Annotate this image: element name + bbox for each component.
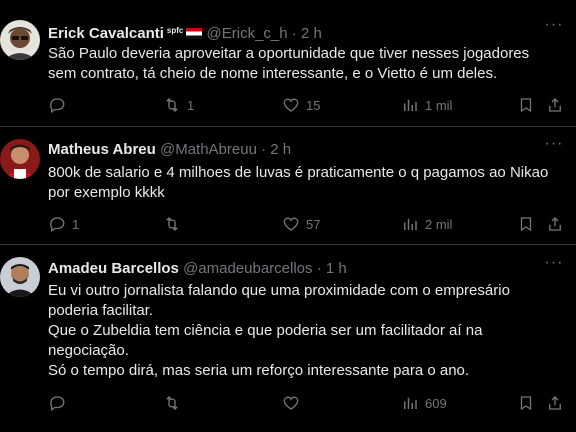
tweet-text: Eu vi outro jornalista falando que uma p… xyxy=(48,281,558,381)
reply-icon xyxy=(50,396,65,412)
tweet[interactable]: Matheus Abreu @MathAbreuu · 2 h ··· 800k… xyxy=(0,127,576,245)
heart-icon xyxy=(283,396,299,410)
bookmark-icon xyxy=(520,396,532,411)
like-button[interactable] xyxy=(282,393,306,413)
author-handle[interactable]: @Erick_c_h xyxy=(207,25,288,42)
like-button[interactable]: 57 xyxy=(282,214,320,234)
tweet-text-line: por exemplo kkkk xyxy=(48,184,165,201)
tweet-actions: 1 57 2 mil xyxy=(48,214,568,234)
share-button[interactable] xyxy=(546,393,564,413)
views-button[interactable]: 2 mil xyxy=(401,214,452,234)
tweet-text-line: Que o Zubeldia tem ciência e que poderia… xyxy=(48,322,483,339)
like-count: 15 xyxy=(306,97,321,113)
retweet-button[interactable]: 1 xyxy=(163,95,194,115)
separator-dot: · xyxy=(316,260,322,277)
more-options-icon[interactable]: ··· xyxy=(544,255,564,276)
tweet-text-line: negociação. xyxy=(48,342,129,359)
retweet-icon xyxy=(166,396,178,410)
timestamp[interactable]: 2 h xyxy=(270,141,291,158)
views-icon xyxy=(404,218,417,230)
bookmark-button[interactable] xyxy=(517,214,535,234)
tweet-text-line: Eu vi outro jornalista falando que uma p… xyxy=(48,282,510,299)
reply-button[interactable] xyxy=(48,393,72,413)
heart-icon xyxy=(283,217,299,231)
share-icon xyxy=(549,98,561,112)
share-button[interactable] xyxy=(546,214,564,234)
bookmark-icon xyxy=(520,217,532,232)
more-options-icon[interactable]: ··· xyxy=(544,17,564,38)
avatar[interactable] xyxy=(0,257,40,297)
reply-icon xyxy=(50,217,65,233)
bookmark-icon xyxy=(520,98,532,113)
like-count: 57 xyxy=(306,216,321,232)
tweet-text-line: São Paulo deveria aproveitar a oportunid… xyxy=(48,45,530,62)
retweet-button[interactable] xyxy=(163,393,187,413)
bookmark-button[interactable] xyxy=(517,393,535,413)
share-icon xyxy=(549,217,561,231)
views-button[interactable]: 1 mil xyxy=(401,95,452,115)
views-count: 1 mil xyxy=(425,97,453,113)
reply-count: 1 xyxy=(72,216,80,232)
views-icon xyxy=(404,99,417,111)
separator-dot: · xyxy=(261,141,267,158)
author-name[interactable]: Matheus Abreu xyxy=(48,141,156,158)
tweet-header: Matheus Abreu @MathAbreuu · 2 h xyxy=(48,141,291,159)
tweet-actions: 609 xyxy=(48,393,568,413)
tweet-text-line: Só o tempo dirá, mas seria um reforço in… xyxy=(48,362,470,379)
avatar[interactable] xyxy=(0,20,40,60)
author-name[interactable]: Amadeu Barcellos xyxy=(48,260,179,277)
views-count: 609 xyxy=(425,395,447,411)
views-icon xyxy=(404,397,417,409)
tweet-text: 800k de salario e 4 milhoes de luvas é p… xyxy=(48,163,558,203)
tweet[interactable]: Erick Cavalcanti spfc @Erick_c_h · 2 h ··… xyxy=(0,0,576,127)
tweet-text: São Paulo deveria aproveitar a oportunid… xyxy=(48,44,558,84)
separator-dot: · xyxy=(291,25,297,42)
author-name[interactable]: Erick Cavalcanti xyxy=(48,25,164,42)
tweet-header: Erick Cavalcanti spfc @Erick_c_h · 2 h xyxy=(48,22,322,42)
bookmark-button[interactable] xyxy=(517,95,535,115)
tweet-actions: 1 15 1 mil xyxy=(48,95,568,115)
tweet-header: Amadeu Barcellos @amadeubarcellos · 1 h xyxy=(48,260,347,278)
team-badge: spfc xyxy=(166,26,184,35)
flag-icon xyxy=(186,28,203,39)
more-options-icon[interactable]: ··· xyxy=(544,136,564,157)
author-handle[interactable]: @MathAbreuu xyxy=(160,141,257,158)
share-button[interactable] xyxy=(546,95,564,115)
reply-icon xyxy=(50,98,65,114)
tweet-text-line: poderia facilitar. xyxy=(48,302,154,319)
reply-button[interactable] xyxy=(48,95,72,115)
timestamp[interactable]: 2 h xyxy=(301,25,322,42)
views-count: 2 mil xyxy=(425,216,453,232)
heart-icon xyxy=(283,98,299,112)
like-button[interactable]: 15 xyxy=(282,95,320,115)
avatar[interactable] xyxy=(0,139,40,179)
retweet-count: 1 xyxy=(187,97,195,113)
tweet[interactable]: Amadeu Barcellos @amadeubarcellos · 1 h … xyxy=(0,245,576,432)
share-icon xyxy=(549,396,561,410)
retweet-button[interactable] xyxy=(163,214,187,234)
author-handle[interactable]: @amadeubarcellos xyxy=(183,260,312,277)
views-button[interactable]: 609 xyxy=(401,393,447,413)
timestamp[interactable]: 1 h xyxy=(326,260,347,277)
reply-button[interactable]: 1 xyxy=(48,214,79,234)
retweet-icon xyxy=(166,98,178,112)
retweet-icon xyxy=(166,217,178,231)
tweet-text-line: 800k de salario e 4 milhoes de luvas é p… xyxy=(48,164,549,181)
tweet-text-line: sem contrato, tá cheio de nome interessa… xyxy=(48,65,498,82)
